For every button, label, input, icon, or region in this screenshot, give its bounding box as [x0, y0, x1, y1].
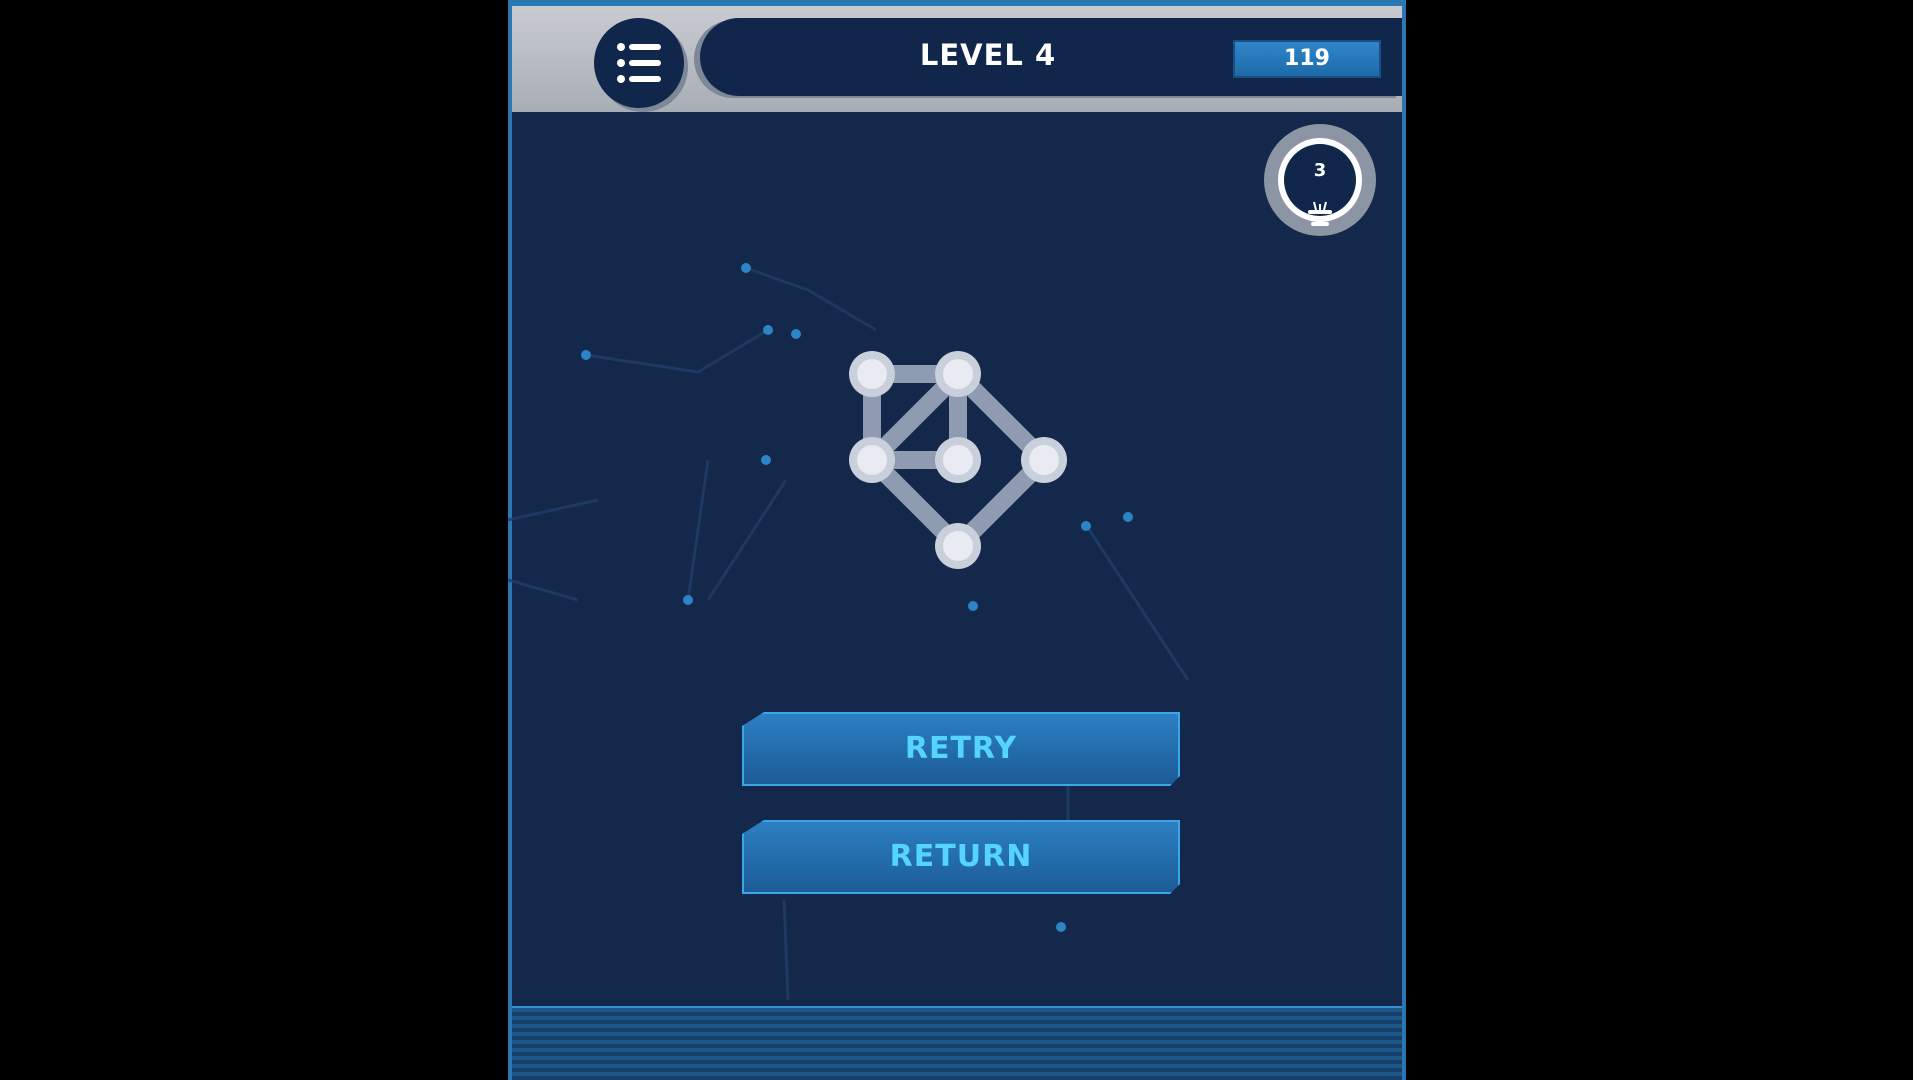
game-stage: LEVEL 4 119 3 RETRY RETURN: [0, 0, 1913, 1080]
puzzle-node[interactable]: [1029, 445, 1059, 475]
puzzle-node[interactable]: [943, 445, 973, 475]
puzzle-nodes: [849, 351, 1067, 569]
puzzle-node[interactable]: [943, 531, 973, 561]
puzzle-node[interactable]: [857, 445, 887, 475]
game-frame: LEVEL 4 119 3 RETRY RETURN: [508, 0, 1406, 1080]
footer-bar: [512, 1006, 1402, 1080]
puzzle-board[interactable]: [508, 0, 1406, 1080]
puzzle-node[interactable]: [857, 359, 887, 389]
return-button[interactable]: RETURN: [742, 820, 1180, 894]
retry-button[interactable]: RETRY: [742, 712, 1180, 786]
puzzle-node[interactable]: [943, 359, 973, 389]
